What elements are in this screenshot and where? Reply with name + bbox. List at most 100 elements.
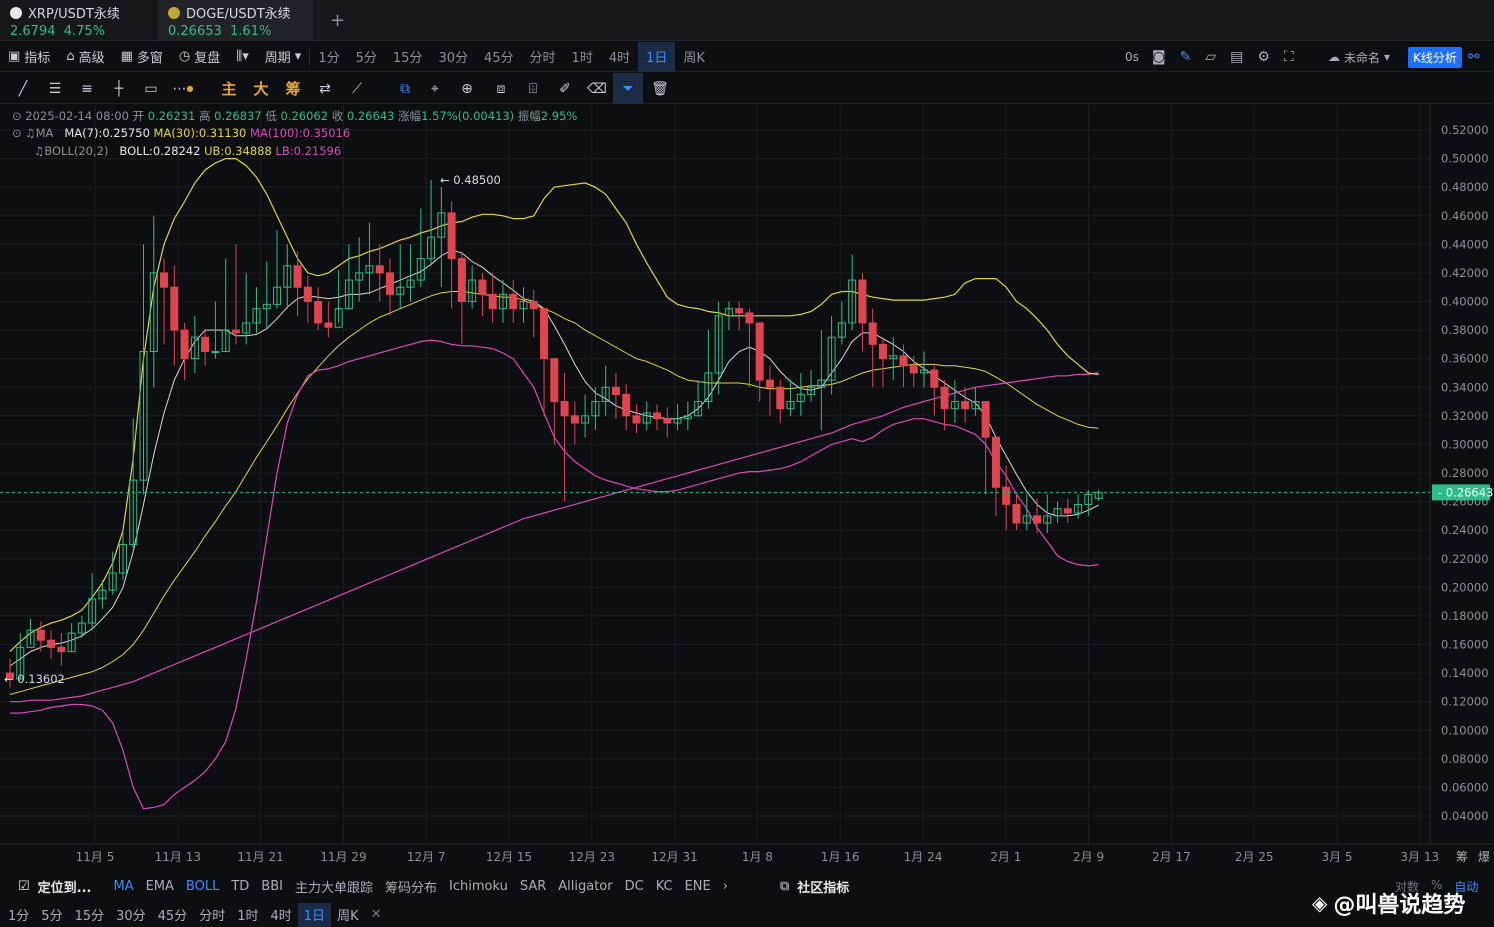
layout-dropdown[interactable]: ☁ 未命名 ▾ <box>1328 42 1390 72</box>
eraser-icon[interactable]: ⌫ <box>582 73 612 104</box>
collapse-icon[interactable]: ⊙ <box>12 109 22 123</box>
chip-label[interactable]: 筹 <box>1456 848 1468 865</box>
bottom-period-1日[interactable]: 1日 <box>297 902 332 927</box>
period-45分[interactable]: 45分 <box>476 42 522 72</box>
indicator-筹码分布[interactable]: 筹码分布 <box>379 874 443 898</box>
zoom-icon[interactable]: ⊕ <box>452 73 482 104</box>
delay-value: 0s <box>1125 50 1139 64</box>
indicator-Alligator[interactable]: Alligator <box>552 874 618 898</box>
period-1分[interactable]: 1分 <box>310 42 347 72</box>
tab-doge[interactable]: DOGE/USDT永续 0.26653 1.61% <box>158 0 313 41</box>
period-4时[interactable]: 4时 <box>601 42 638 72</box>
rectangle-icon[interactable]: ▭ <box>136 73 166 104</box>
indicator-BBI[interactable]: BBI <box>255 874 289 898</box>
fullscreen-icon[interactable]: ⛶ <box>1284 49 1294 65</box>
candle-body <box>180 329 189 360</box>
more-icon[interactable]: ⋯ ● <box>168 73 198 104</box>
period-5分[interactable]: 5分 <box>348 42 385 72</box>
period-30分[interactable]: 30分 <box>430 42 476 72</box>
ruler-icon[interactable]: ⌖ <box>420 73 450 104</box>
trash-icon[interactable]: 🗑 <box>645 73 675 104</box>
candlestick-chart[interactable]: 0.52000 0.50000 0.48000 0.46000 0.44000 0.420… <box>0 105 1494 871</box>
bottom-period-1时[interactable]: 1时 <box>231 903 264 927</box>
bottom-period-list: 1分 5分 15分 30分 45分 分时 1时 4时 1日 周K <box>2 902 365 927</box>
liquidation-label[interactable]: 爆 <box>1478 848 1490 865</box>
dot-badge: ● <box>186 84 194 93</box>
multi-window-button[interactable]: ▦ 多窗 <box>113 42 171 72</box>
camera-icon[interactable]: ◙ <box>1152 49 1166 65</box>
magnet-icon[interactable]: ⟋ <box>342 73 372 104</box>
indicator-TD[interactable]: TD <box>225 874 255 898</box>
big-order-button[interactable]: 大 <box>246 73 276 104</box>
candle-body <box>858 279 867 324</box>
ohlc-item: 开 0.26231 <box>133 109 196 123</box>
bottom-period-分时[interactable]: 分时 <box>193 903 231 927</box>
y-tick-label: 0.42000 <box>1441 266 1489 280</box>
indicator-KC[interactable]: KC <box>650 874 679 898</box>
main-force-button[interactable]: 主 <box>214 73 244 104</box>
period-dropdown[interactable]: 周期 ▾ <box>257 42 310 72</box>
doge-coin-icon <box>168 6 180 19</box>
indicator-SAR[interactable]: SAR <box>514 874 552 898</box>
bottom-period-1分[interactable]: 1分 <box>2 903 35 927</box>
indicator-Ichimoku[interactable]: Ichimoku <box>443 874 514 898</box>
swap-icon[interactable]: ⇄ <box>310 73 340 104</box>
period-周K[interactable]: 周K <box>675 42 713 72</box>
lock-icon[interactable]: ⌹ <box>518 73 548 104</box>
parallel-lines-icon[interactable]: ☰ <box>40 73 70 104</box>
indicator-主力大单跟踪[interactable]: 主力大单跟踪 <box>289 874 379 898</box>
chip-button[interactable]: 筹 <box>278 73 308 104</box>
bottom-period-4时[interactable]: 4时 <box>265 903 298 927</box>
gear-icon[interactable]: ⚙ <box>1257 49 1270 65</box>
community-indicators-button[interactable]: ⧉ 社区指标 <box>774 874 855 898</box>
bottom-period-15分[interactable]: 15分 <box>69 903 111 927</box>
period-15分[interactable]: 15分 <box>385 42 431 72</box>
compare-icon[interactable]: ⧈ <box>486 73 516 104</box>
period-1日[interactable]: 1日 <box>638 41 676 72</box>
x-tick-label: 12月 15 <box>486 850 532 864</box>
replay-button[interactable]: ◷ 复盘 <box>171 42 228 72</box>
replay-label: 复盘 <box>194 51 221 66</box>
add-tab-icon[interactable]: + <box>330 10 345 31</box>
edit-icon[interactable]: ✐ <box>550 73 580 104</box>
note-icon[interactable]: ▱ <box>1205 49 1216 65</box>
share-icon[interactable]: ⚯ <box>1468 42 1480 72</box>
tab-xrp[interactable]: XRP/USDT永续 2.6794 4.75% <box>0 0 155 41</box>
tab-change: 4.75% <box>63 24 106 39</box>
indicator-EMA[interactable]: EMA <box>140 874 180 898</box>
kline-analysis-button[interactable]: K线分析 <box>1408 47 1462 68</box>
x-tick-label: 12月 31 <box>651 850 697 864</box>
indicator-BOLL[interactable]: BOLL <box>180 874 225 898</box>
candle-body <box>529 301 538 310</box>
grid-icon: ▦ <box>120 49 133 64</box>
locate-button[interactable]: ☑ 定位到... <box>0 874 97 898</box>
trendline-icon[interactable]: ╱ <box>8 73 38 104</box>
template-icon[interactable]: ▤ <box>1230 49 1243 65</box>
bottom-period-30分[interactable]: 30分 <box>110 903 152 927</box>
indicator-ENE[interactable]: ENE <box>679 874 717 898</box>
filter-icon[interactable]: ⏷ <box>613 73 643 104</box>
x-tick-label: 1月 16 <box>821 850 860 864</box>
x-tick-label: 11月 13 <box>155 850 201 864</box>
y-tick-label: 0.44000 <box>1441 237 1489 251</box>
fib-lines-icon[interactable]: ≡ <box>72 73 102 104</box>
indicator-MA[interactable]: MA <box>107 874 139 898</box>
period-1时[interactable]: 1时 <box>564 42 601 72</box>
indicators-button[interactable]: ▣ 指标 <box>0 42 58 72</box>
select-icon[interactable]: ⧉ <box>390 73 420 104</box>
candle-body <box>570 415 579 424</box>
chart-type-button[interactable]: ⫼▾ <box>228 42 257 72</box>
advanced-button[interactable]: ⌂ 高级 <box>58 42 112 72</box>
candle-body <box>611 386 620 395</box>
period-分时[interactable]: 分时 <box>522 42 564 72</box>
bottom-period-5分[interactable]: 5分 <box>35 903 68 927</box>
bottom-period-45分[interactable]: 45分 <box>152 903 194 927</box>
layout-name: 未命名 <box>1344 50 1381 65</box>
indicator-DC[interactable]: DC <box>619 874 650 898</box>
horizontal-line-icon[interactable]: ┼ <box>104 73 134 104</box>
close-icon[interactable]: ✕ <box>365 903 388 927</box>
chevron-right-icon[interactable]: › <box>717 874 734 898</box>
pen-icon[interactable]: ✎ <box>1180 49 1192 65</box>
collapse-icon[interactable]: ⊙ <box>12 126 22 140</box>
bottom-period-周K[interactable]: 周K <box>331 903 365 927</box>
